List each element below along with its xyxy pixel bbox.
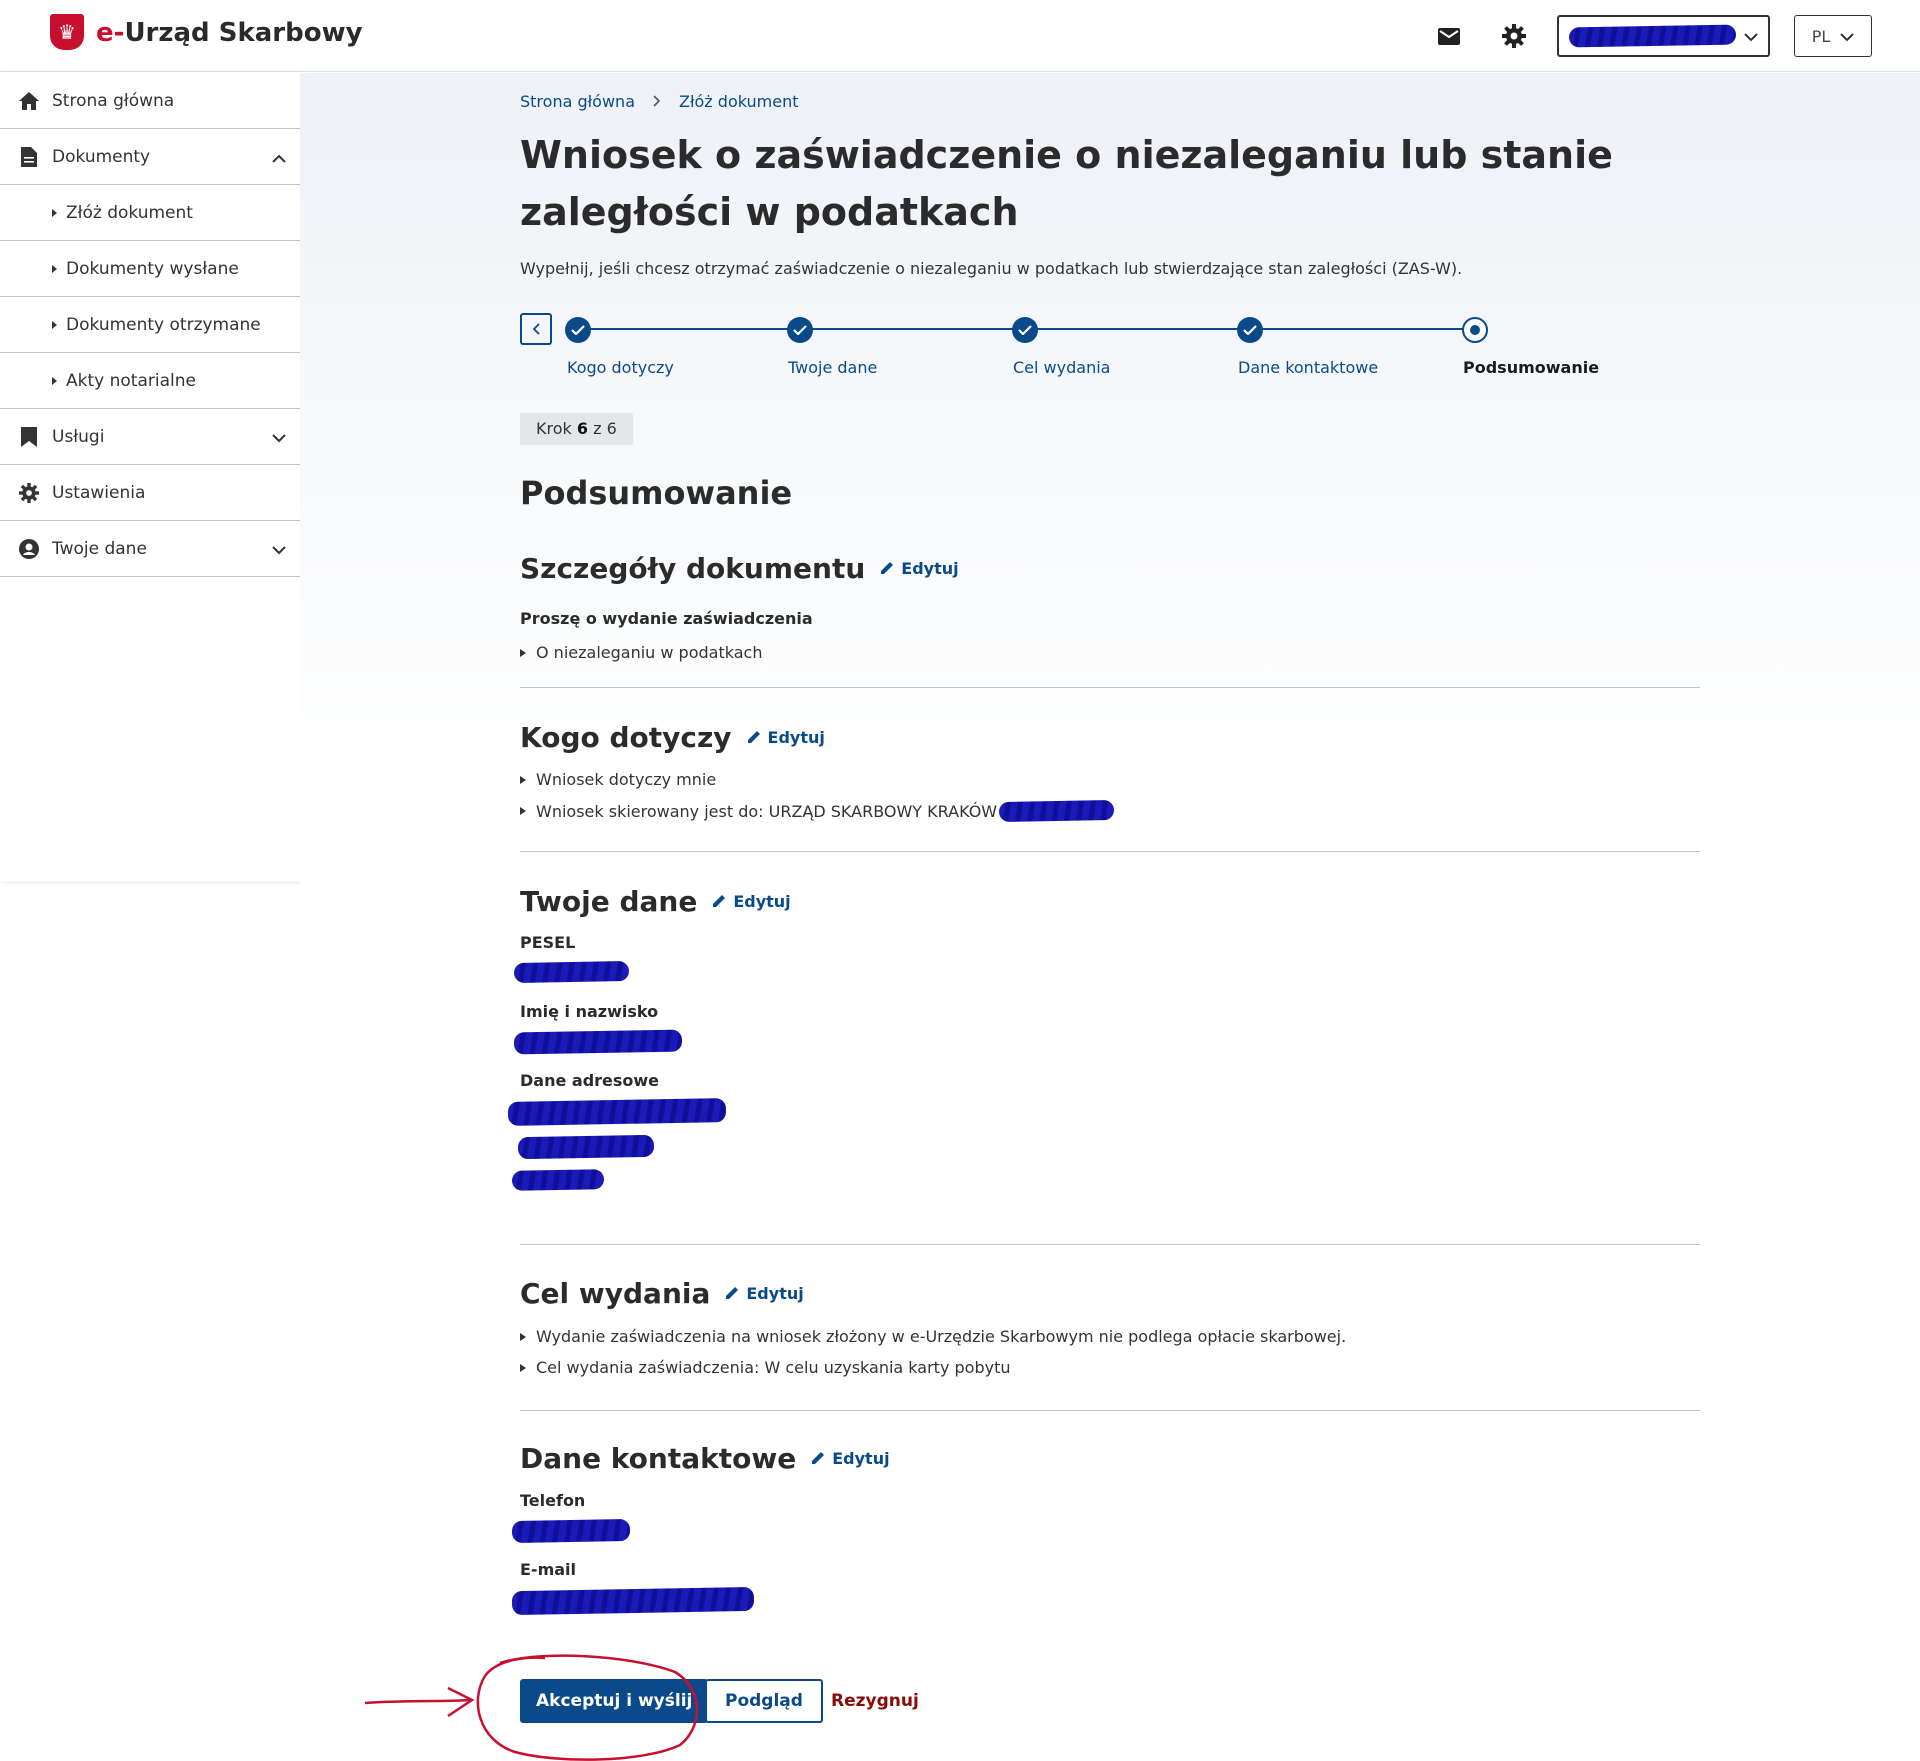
redacted-phone [511,1518,631,1544]
chevron-up-icon [272,148,286,168]
cancel-button[interactable]: Rezygnuj [831,1679,919,1723]
edit-details-button[interactable]: Edytuj [879,559,959,578]
redacted-full-name [513,1029,683,1055]
accept-and-send-button[interactable]: Akceptuj i wyślij [520,1679,709,1723]
sidebar-nav: Strona główna Dokumenty Złóż dokument Do… [0,73,300,881]
section-contact: Dane kontaktowe Edytuj Telefon E-mail [511,1438,1700,1617]
breadcrumb-home[interactable]: Strona główna [520,92,635,111]
list-item: Cel wydania zaświadczenia: W celu uzyska… [520,1358,1700,1377]
gear-icon[interactable] [1498,20,1530,52]
sidebar-item-sent-documents[interactable]: Dokumenty wysłane [0,241,300,297]
redacted-address-line [517,1134,655,1160]
section-concerns: Kogo dotyczy Edytuj Wniosek dotyczy mnie… [520,717,1700,823]
home-icon [18,91,40,110]
chevron-down-icon [272,540,286,560]
preview-button[interactable]: Podgląd [705,1679,823,1723]
step-done-check-icon[interactable] [565,317,591,343]
divider [520,1244,1700,1245]
page-title: Wniosek o zaświadczenie o niezaleganiu l… [520,133,1613,234]
chevron-left-icon [532,323,540,335]
pencil-icon [713,895,726,907]
list-item: Wniosek skierowany jest do: URZĄD SKARBO… [520,799,1700,823]
redacted-pesel [513,960,630,984]
sidebar-item-your-data[interactable]: Twoje dane [0,521,300,577]
breadcrumb: Strona główna Złóż dokument [520,92,798,111]
step-label-podsumowanie: Podsumowanie [1463,358,1600,377]
redacted-account-name [1568,24,1737,48]
sidebar-item-notarial-deeds[interactable]: Akty notarialne [0,353,300,409]
chevron-down-icon [1840,27,1854,46]
redacted-email [511,1586,755,1616]
sidebar-item-settings[interactable]: Ustawienia [0,465,300,521]
summary-heading: Podsumowanie [520,474,793,512]
section-your-data: Twoje dane Edytuj PESEL Imię i nazwisko … [507,881,1700,1194]
step-current-icon [1462,317,1488,343]
step-label-kogo-dotyczy[interactable]: Kogo dotyczy [567,358,674,377]
sidebar-item-services[interactable]: Usługi [0,409,300,465]
breadcrumb-submit-document[interactable]: Złóż dokument [679,92,798,111]
main-content: Strona główna Złóż dokument Wniosek o za… [300,73,1920,1761]
user-icon [18,538,40,559]
account-selector[interactable] [1557,15,1770,57]
step-label-twoje-dane[interactable]: Twoje dane [788,358,877,377]
step-done-check-icon[interactable] [1012,317,1038,343]
page-intro: Wypełnij, jeśli chcesz otrzymać zaświadc… [520,259,1463,278]
step-done-check-icon[interactable] [787,317,813,343]
list-item: O niezaleganiu w podatkach [520,643,1700,662]
stepper-back-button[interactable] [520,313,552,345]
sidebar-item-received-documents[interactable]: Dokumenty otrzymane [0,297,300,353]
divider [520,687,1700,688]
pencil-icon [812,1452,825,1464]
section-document-details: Szczegóły dokumentu Edytuj Proszę o wyda… [520,548,1700,663]
divider [520,1410,1700,1411]
eagle-emblem-icon: ♛ [50,14,84,50]
bookmark-icon [18,426,40,447]
sidebar-item-home[interactable]: Strona główna [0,73,300,129]
chevron-down-icon [272,428,286,448]
edit-contact-button[interactable]: Edytuj [810,1449,890,1468]
pencil-icon [881,562,894,574]
progress-stepper: Kogo dotyczy Twoje dane Cel wydania Dane… [520,313,1720,393]
step-label-cel-wydania[interactable]: Cel wydania [1013,358,1110,377]
section-purpose: Cel wydania Edytuj Wydanie zaświadczenia… [520,1273,1700,1378]
mail-icon[interactable] [1433,20,1465,52]
edit-your-data-button[interactable]: Edytuj [711,892,791,911]
document-icon [18,146,40,167]
step-done-check-icon[interactable] [1237,317,1263,343]
chevron-down-icon [1744,27,1758,46]
list-item: Wydanie zaświadczenia na wniosek złożony… [520,1327,1700,1346]
step-counter-badge: Krok 6 z 6 [520,413,633,445]
sidebar-item-documents[interactable]: Dokumenty [0,129,300,185]
redacted-address-line [511,1169,605,1191]
divider [520,851,1700,852]
pencil-icon [747,731,760,743]
pencil-icon [726,1287,739,1299]
sidebar-item-submit-document[interactable]: Złóż dokument [0,185,300,241]
chevron-right-icon [653,92,661,111]
edit-concerns-button[interactable]: Edytuj [746,728,825,747]
step-label-dane-kontaktowe[interactable]: Dane kontaktowe [1238,358,1378,377]
gear-icon [18,482,40,503]
top-header: ♛ e-Urząd Skarbowy PL [0,0,1920,72]
language-selector[interactable]: PL [1794,15,1872,57]
redacted-address-line [507,1098,727,1126]
list-item: Wniosek dotyczy mnie [520,770,1700,789]
edit-purpose-button[interactable]: Edytuj [724,1284,804,1303]
app-title[interactable]: e-Urząd Skarbowy [96,18,363,48]
redacted-office-name [998,799,1115,823]
